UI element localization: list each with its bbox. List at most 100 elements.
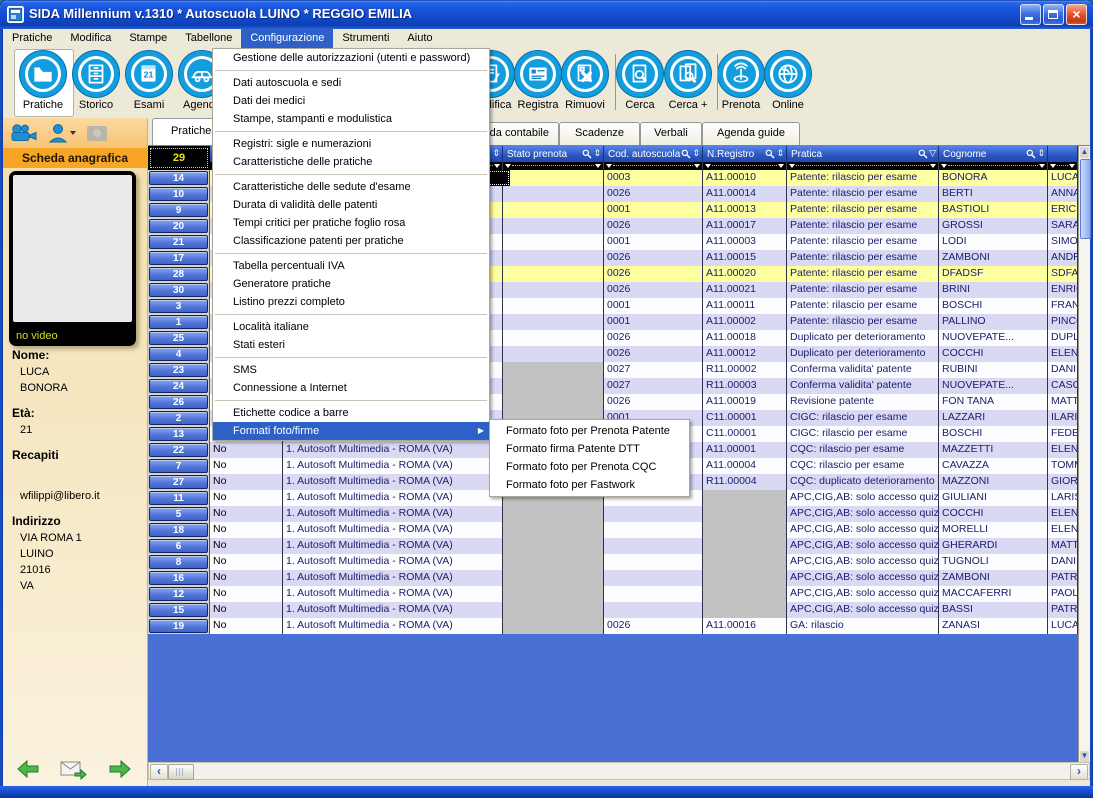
- menu-item-stati-esteri[interactable]: Stati esteri: [213, 336, 489, 354]
- record-number-button[interactable]: 19: [149, 619, 208, 633]
- menu-item-etichette-codice-a-barre[interactable]: Etichette codice a barre: [213, 404, 489, 422]
- column-header-pratica[interactable]: Pratica▽: [787, 146, 939, 162]
- table-row[interactable]: No1. Autosoft Multimedia - ROMA (VA)APC,…: [210, 522, 1078, 538]
- menubar-item-tabellone[interactable]: Tabellone: [176, 29, 241, 48]
- menu-item-generatore-pratiche[interactable]: Generatore pratiche: [213, 275, 489, 293]
- record-number-button[interactable]: 10: [149, 187, 208, 201]
- table-row[interactable]: No1. Autosoft Multimedia - ROMA (VA)APC,…: [210, 538, 1078, 554]
- capture-user-icon[interactable]: [47, 123, 77, 143]
- minimize-icon[interactable]: [1020, 4, 1041, 25]
- menu-item-dati-autoscuola-e-sedi[interactable]: Dati autoscuola e sedi: [213, 74, 489, 92]
- column-header-n-registro[interactable]: N.Registro⇕: [703, 146, 787, 162]
- menu-item-tempi-critici-per-pratiche-foglio-rosa[interactable]: Tempi critici per pratiche foglio rosa: [213, 214, 489, 232]
- menubar-item-stampe[interactable]: Stampe: [120, 29, 176, 48]
- filter-row-cell[interactable]: [604, 162, 703, 170]
- submenu-item-formato-foto-per-prenota-cqc[interactable]: Formato foto per Prenota CQC: [490, 458, 689, 476]
- sort-icon[interactable]: ⇕: [692, 150, 700, 159]
- scroll-up-icon[interactable]: ▲: [1080, 147, 1089, 158]
- record-number-button[interactable]: 3: [149, 299, 208, 313]
- table-row[interactable]: No1. Autosoft Multimedia - ROMA (VA)APC,…: [210, 506, 1078, 522]
- record-number-button[interactable]: 20: [149, 219, 208, 233]
- menu-item-classificazione-patenti-per-pratiche[interactable]: Classificazione patenti per pratiche: [213, 232, 489, 250]
- record-number-button[interactable]: 28: [149, 267, 208, 281]
- menu-item-connessione-a-internet[interactable]: Connessione a Internet: [213, 379, 489, 397]
- record-number-button[interactable]: 9: [149, 203, 208, 217]
- record-number-button[interactable]: 8: [149, 555, 208, 569]
- filter-row-cell[interactable]: [503, 162, 604, 170]
- menu-item-listino-prezzi-completo[interactable]: Listino prezzi completo: [213, 293, 489, 311]
- record-number-button[interactable]: 26: [149, 395, 208, 409]
- record-number-button[interactable]: 25: [149, 331, 208, 345]
- record-number-button[interactable]: 17: [149, 251, 208, 265]
- table-row[interactable]: No1. Autosoft Multimedia - ROMA (VA)APC,…: [210, 602, 1078, 618]
- horizontal-scrollbar[interactable]: ‹ ›: [148, 762, 1090, 780]
- sort-icon[interactable]: ⇕: [593, 150, 601, 159]
- arrow-right-icon[interactable]: [107, 758, 133, 780]
- scrollbar-thumb[interactable]: [168, 764, 194, 780]
- sort-icon[interactable]: ⇕: [776, 150, 784, 159]
- record-number-button[interactable]: 18: [149, 523, 208, 537]
- arrow-left-icon[interactable]: [15, 758, 41, 780]
- vertical-scrollbar-thumb[interactable]: [1080, 159, 1091, 239]
- record-number-button[interactable]: 12: [149, 587, 208, 601]
- menu-item-registri-sigle-e-numerazioni[interactable]: Registri: sigle e numerazioni: [213, 135, 489, 153]
- sort-icon[interactable]: ⇕: [492, 150, 500, 159]
- menubar-item-strumenti[interactable]: Strumenti: [333, 29, 398, 48]
- scroll-right-icon[interactable]: ›: [1070, 764, 1088, 780]
- record-number-button[interactable]: 16: [149, 571, 208, 585]
- sort-icon[interactable]: ⇕: [1037, 150, 1045, 159]
- menu-item-caratteristiche-delle-sedute-d-esame[interactable]: Caratteristiche delle sedute d'esame: [213, 178, 489, 196]
- record-number-button[interactable]: 7: [149, 459, 208, 473]
- table-row[interactable]: No1. Autosoft Multimedia - ROMA (VA)APC,…: [210, 554, 1078, 570]
- menu-item-dati-dei-medici[interactable]: Dati dei medici: [213, 92, 489, 110]
- menu-item-formati-foto-firme[interactable]: Formati foto/firme▶: [213, 422, 489, 440]
- column-search-icon[interactable]: [1026, 149, 1036, 159]
- column-search-icon[interactable]: [582, 149, 592, 159]
- record-number-button[interactable]: 14: [149, 171, 208, 185]
- filter-row-cell[interactable]: [787, 162, 939, 170]
- column-search-icon[interactable]: [918, 149, 928, 159]
- menu-item-stampe-stampanti-e-modulistica[interactable]: Stampe, stampanti e modulistica: [213, 110, 489, 128]
- record-number-button[interactable]: 23: [149, 363, 208, 377]
- column-search-icon[interactable]: [681, 149, 691, 159]
- record-number-button[interactable]: 5: [149, 507, 208, 521]
- record-number-button[interactable]: 21: [149, 235, 208, 249]
- table-row[interactable]: No1. Autosoft Multimedia - ROMA (VA)APC,…: [210, 570, 1078, 586]
- record-number-button[interactable]: 15: [149, 603, 208, 617]
- menubar-item-pratiche[interactable]: Pratiche: [3, 29, 61, 48]
- mail-forward-icon[interactable]: [59, 758, 87, 780]
- title-bar[interactable]: SIDA Millennium v.1310 * Autoscuola LUIN…: [0, 0, 1093, 29]
- menubar-item-configurazione[interactable]: Configurazione: [241, 29, 333, 48]
- scroll-left-icon[interactable]: ‹: [150, 764, 168, 780]
- record-number-button[interactable]: 22: [149, 443, 208, 457]
- record-number-button[interactable]: 6: [149, 539, 208, 553]
- column-header-cognome[interactable]: Cognome⇕: [939, 146, 1048, 162]
- menu-item-localit-italiane[interactable]: Località italiane: [213, 318, 489, 336]
- record-number-button[interactable]: 30: [149, 283, 208, 297]
- menu-item-durata-di-validit-delle-patenti[interactable]: Durata di validità delle patenti: [213, 196, 489, 214]
- maximize-icon[interactable]: [1043, 4, 1064, 25]
- tab-agenda-guide[interactable]: Agenda guide: [702, 122, 800, 145]
- selected-cell-cursor[interactable]: [487, 170, 510, 186]
- record-number-button[interactable]: 4: [149, 347, 208, 361]
- menu-item-gestione-delle-autorizzazioni-utenti-e-password[interactable]: Gestione delle autorizzazioni (utenti e …: [213, 49, 489, 67]
- filter-row-cell[interactable]: [1048, 162, 1078, 170]
- submenu-item-formato-foto-per-fastwork[interactable]: Formato foto per Fastwork: [490, 476, 689, 494]
- menu-item-sms[interactable]: SMS: [213, 361, 489, 379]
- webcam-icon[interactable]: [9, 123, 39, 143]
- tab-verbali[interactable]: Verbali: [640, 122, 702, 145]
- submenu-item-formato-foto-per-prenota-patente[interactable]: Formato foto per Prenota Patente: [490, 422, 689, 440]
- scroll-down-icon[interactable]: ▼: [1080, 751, 1089, 762]
- menubar-item-aiuto[interactable]: Aiuto: [398, 29, 441, 48]
- record-number-button[interactable]: 2: [149, 411, 208, 425]
- table-row[interactable]: No1. Autosoft Multimedia - ROMA (VA)0026…: [210, 618, 1078, 634]
- record-number-button[interactable]: 13: [149, 427, 208, 441]
- toolbar-button-online[interactable]: Online: [753, 50, 823, 111]
- filter-row-cell[interactable]: [939, 162, 1048, 170]
- column-search-icon[interactable]: [765, 149, 775, 159]
- column-header-cod-autoscuola[interactable]: Cod. autoscuola⇕: [604, 146, 703, 162]
- submenu-item-formato-firma-patente-dtt[interactable]: Formato firma Patente DTT: [490, 440, 689, 458]
- record-number-button[interactable]: 24: [149, 379, 208, 393]
- filter-row-cell[interactable]: [703, 162, 787, 170]
- menu-item-caratteristiche-delle-pratiche[interactable]: Caratteristiche delle pratiche: [213, 153, 489, 171]
